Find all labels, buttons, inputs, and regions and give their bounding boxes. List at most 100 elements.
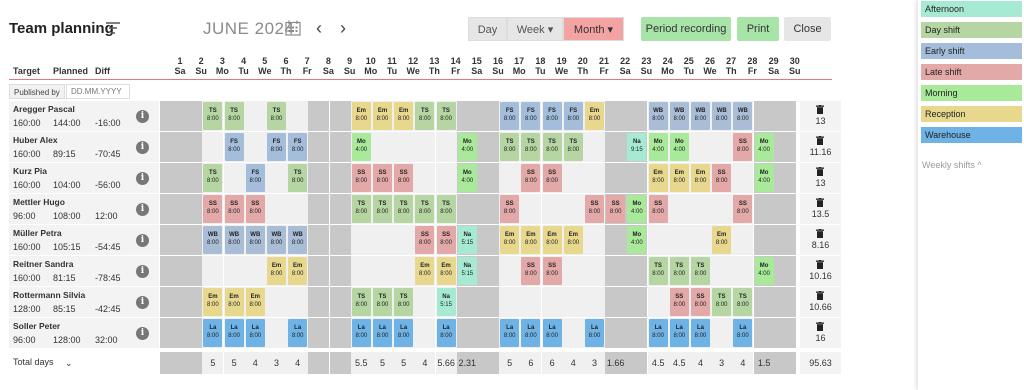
legend-item[interactable]: Early shift xyxy=(921,43,1022,59)
day-cell[interactable]: La 8:00 xyxy=(350,318,372,348)
day-cell[interactable] xyxy=(499,163,521,193)
day-cell[interactable] xyxy=(287,194,309,224)
shift-block[interactable]: SS 8:00 xyxy=(733,195,753,223)
day-cell[interactable] xyxy=(266,287,287,317)
day-cell[interactable] xyxy=(456,101,478,131)
shift-block[interactable]: SS 8:00 xyxy=(436,226,456,254)
day-cell[interactable] xyxy=(244,256,266,286)
day-cell[interactable]: SS 8:00 xyxy=(244,194,266,224)
day-cell[interactable] xyxy=(584,256,605,286)
day-cell[interactable] xyxy=(774,287,796,317)
day-cell[interactable] xyxy=(223,256,245,286)
shift-block[interactable]: FS 8:00 xyxy=(563,102,583,130)
day-cell[interactable] xyxy=(244,132,266,162)
day-cell[interactable] xyxy=(774,194,796,224)
day-cell[interactable] xyxy=(753,318,775,348)
day-cell[interactable]: Em 8:00 xyxy=(562,225,584,255)
shift-block[interactable]: Na 5:15 xyxy=(436,288,456,316)
day-cell[interactable]: SS 8:00 xyxy=(202,194,224,224)
day-cell[interactable]: Em 8:00 xyxy=(202,287,224,317)
day-cell[interactable] xyxy=(690,132,711,162)
trash-icon[interactable] xyxy=(816,105,824,114)
shift-block[interactable]: SS 8:00 xyxy=(542,164,562,192)
info-icon[interactable]: i xyxy=(136,265,149,278)
shift-block[interactable]: La 8:00 xyxy=(373,319,392,347)
info-icon[interactable]: i xyxy=(136,172,149,185)
day-cell[interactable] xyxy=(753,194,775,224)
day-cell[interactable] xyxy=(393,256,415,286)
shift-block[interactable]: TS 8:00 xyxy=(203,102,223,130)
day-cell[interactable] xyxy=(181,318,203,348)
day-cell[interactable] xyxy=(160,132,181,162)
day-cell[interactable]: Em 8:00 xyxy=(647,163,669,193)
day-cell[interactable] xyxy=(605,101,627,131)
day-cell[interactable]: Mo 4:00 xyxy=(456,132,478,162)
shift-block[interactable]: Em 8:00 xyxy=(394,102,414,130)
day-cell[interactable]: Em 8:00 xyxy=(711,225,733,255)
day-cell[interactable] xyxy=(414,287,436,317)
calendar-icon[interactable] xyxy=(285,20,301,36)
day-cell[interactable] xyxy=(626,318,648,348)
day-cell[interactable]: TS 8:00 xyxy=(711,287,733,317)
day-cell[interactable] xyxy=(562,318,584,348)
day-cell[interactable] xyxy=(372,132,393,162)
shift-block[interactable]: TS 8:00 xyxy=(415,102,435,130)
day-cell[interactable]: Mo 4:00 xyxy=(647,132,669,162)
day-cell[interactable]: TS 8:00 xyxy=(541,132,563,162)
day-cell[interactable] xyxy=(711,256,733,286)
day-cell[interactable]: TS 8:00 xyxy=(499,132,521,162)
month-label[interactable]: JUNE 2024 xyxy=(203,19,294,39)
trash-icon[interactable] xyxy=(816,167,824,176)
shift-block[interactable]: WB 8:00 xyxy=(245,226,265,254)
day-cell[interactable]: La 8:00 xyxy=(668,318,690,348)
shift-block[interactable]: SS 8:00 xyxy=(648,195,668,223)
shift-block[interactable]: Em 8:00 xyxy=(415,257,435,285)
day-cell[interactable]: SS 8:00 xyxy=(541,256,563,286)
day-cell[interactable] xyxy=(478,318,499,348)
employee-name[interactable]: Huber Alex xyxy=(13,135,58,145)
shift-block[interactable]: SS 8:00 xyxy=(606,195,626,223)
day-cell[interactable] xyxy=(181,287,203,317)
day-cell[interactable] xyxy=(435,132,457,162)
shift-block[interactable]: Mo 4:00 xyxy=(669,133,689,161)
day-cell[interactable]: La 8:00 xyxy=(541,318,563,348)
shift-block[interactable]: TS 8:00 xyxy=(373,288,392,316)
day-cell[interactable]: SS 8:00 xyxy=(605,194,627,224)
day-cell[interactable]: SS 8:00 xyxy=(541,163,563,193)
day-cell[interactable] xyxy=(435,163,457,193)
day-cell[interactable] xyxy=(160,194,181,224)
day-cell[interactable] xyxy=(160,225,181,255)
day-cell[interactable] xyxy=(266,163,287,193)
shift-block[interactable]: Em 8:00 xyxy=(203,288,223,316)
day-cell[interactable] xyxy=(393,225,415,255)
day-cell[interactable] xyxy=(350,225,372,255)
day-cell[interactable]: FS 8:00 xyxy=(520,101,542,131)
shift-block[interactable]: Mo 4:00 xyxy=(754,133,774,161)
shift-block[interactable]: SS 8:00 xyxy=(500,195,520,223)
day-cell[interactable]: Mo 4:00 xyxy=(626,225,648,255)
day-cell[interactable] xyxy=(520,287,542,317)
day-cell[interactable] xyxy=(562,194,584,224)
day-cell[interactable]: SS 8:00 xyxy=(732,194,754,224)
print-button[interactable]: Print xyxy=(737,17,779,41)
shift-block[interactable]: Na 5:15 xyxy=(457,257,477,285)
day-cell[interactable]: Em 8:00 xyxy=(393,101,415,131)
day-cell[interactable]: WB 8:00 xyxy=(690,101,711,131)
day-cell[interactable]: FS 8:00 xyxy=(287,132,309,162)
period-recording-button[interactable]: Period recording xyxy=(641,17,731,41)
shift-block[interactable]: FS 8:00 xyxy=(542,102,562,130)
shift-block[interactable]: SS 8:00 xyxy=(245,195,265,223)
day-cell[interactable]: Em 8:00 xyxy=(584,101,605,131)
day-cell[interactable] xyxy=(329,256,351,286)
shift-block[interactable]: La 8:00 xyxy=(733,319,753,347)
day-cell[interactable] xyxy=(753,287,775,317)
shift-block[interactable]: SS 8:00 xyxy=(415,226,435,254)
day-cell[interactable]: SS 8:00 xyxy=(732,132,754,162)
shift-block[interactable]: TS 8:00 xyxy=(691,257,710,285)
day-cell[interactable] xyxy=(478,225,499,255)
day-cell[interactable]: La 8:00 xyxy=(435,318,457,348)
day-cell[interactable] xyxy=(181,194,203,224)
day-cell[interactable] xyxy=(753,101,775,131)
shift-block[interactable]: SS 8:00 xyxy=(373,164,392,192)
day-cell[interactable] xyxy=(626,101,648,131)
